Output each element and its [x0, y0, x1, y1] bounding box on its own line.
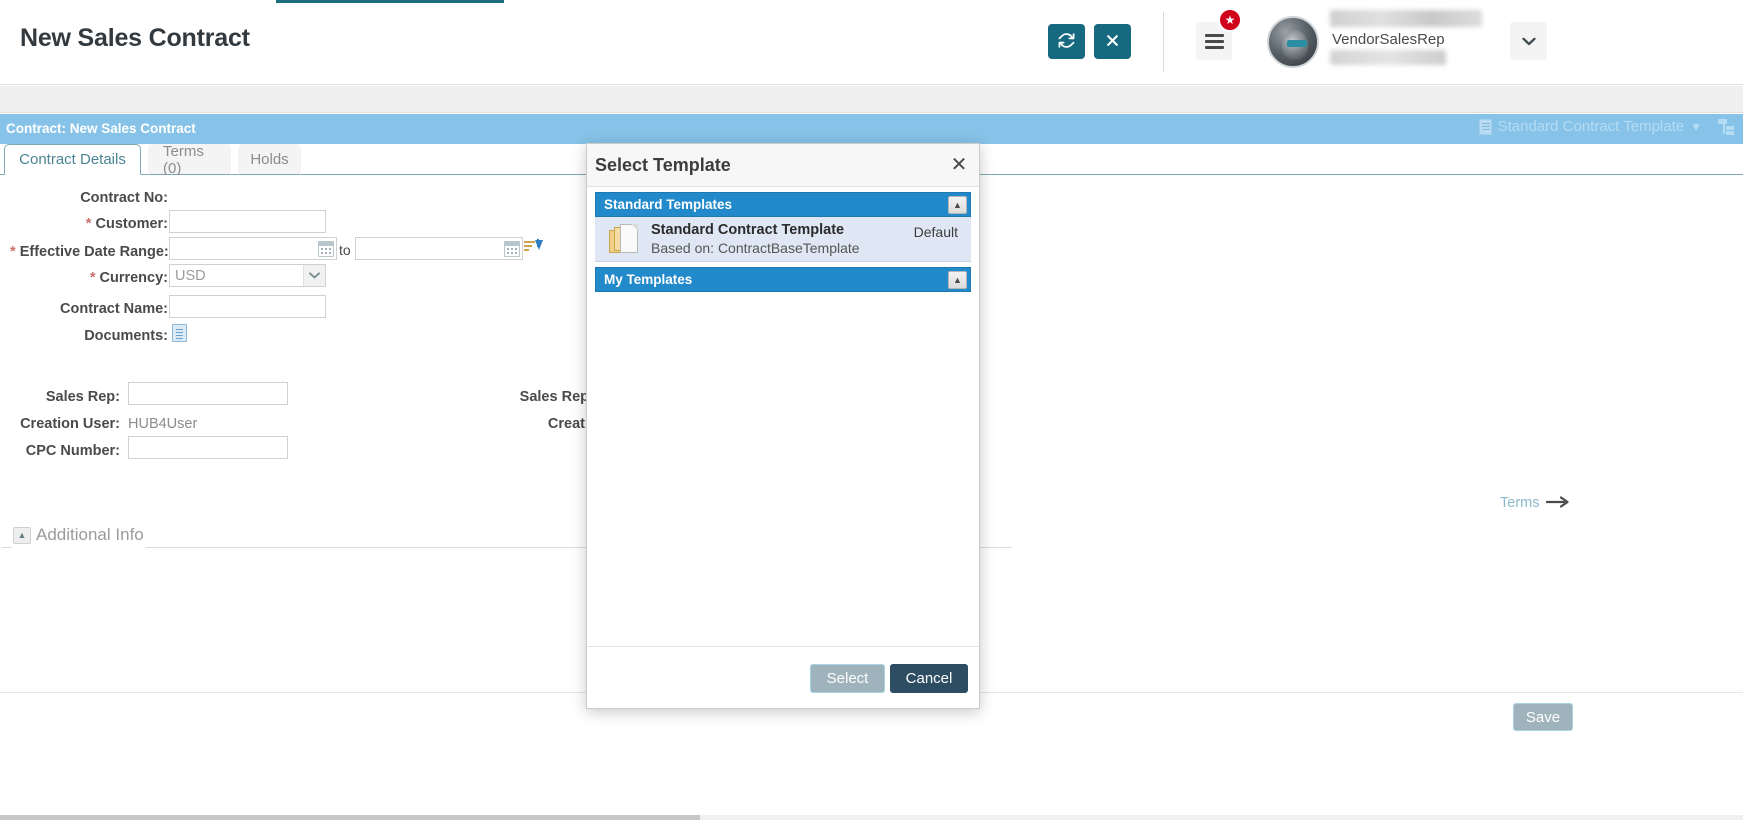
horizontal-scrollbar-thumb[interactable]: [0, 815, 700, 820]
select-button[interactable]: Select: [810, 664, 885, 693]
close-icon: [1105, 33, 1120, 51]
template-item-subtitle: Based on: ContractBaseTemplate: [651, 240, 860, 256]
additional-info-collapse-button[interactable]: ▲: [13, 527, 31, 544]
tab-contract-details[interactable]: Contract Details: [4, 144, 141, 175]
dialog-footer: Select Cancel: [587, 646, 979, 708]
template-list-item[interactable]: Standard Contract Template Based on: Con…: [595, 217, 971, 262]
contract-template-name: Standard Contract Template: [1497, 118, 1685, 135]
dialog-title: Select Template: [595, 155, 731, 175]
user-name-redacted-bottom: [1330, 50, 1446, 65]
group-header-standard-templates[interactable]: Standard Templates ▲: [595, 192, 971, 217]
date-range-separator: to: [339, 242, 351, 258]
terms-link-label: Terms: [1500, 494, 1540, 511]
save-button[interactable]: Save: [1513, 703, 1573, 731]
chevron-up-icon: ▲: [953, 274, 962, 285]
user-role-label: VendorSalesRep: [1332, 31, 1445, 48]
secondary-toolbar-band: [0, 86, 1743, 113]
sales-rep-input[interactable]: [128, 382, 288, 405]
required-marker: *: [89, 270, 96, 286]
contract-name-label: Contract Name:: [60, 301, 168, 317]
refresh-button[interactable]: [1048, 24, 1085, 59]
dialog-close-button[interactable]: ✕: [947, 153, 971, 177]
required-marker: *: [10, 244, 16, 260]
creation-user-value: HUB4User: [128, 416, 198, 432]
effective-date-to-input[interactable]: [355, 237, 523, 260]
sales-rep-right-label: Sales Rep: [519, 389, 589, 405]
effective-date-range-label: * Effective Date Range:: [10, 244, 169, 260]
avatar[interactable]: [1267, 16, 1319, 68]
chevron-up-icon: ▲: [953, 199, 962, 210]
terms-next-link[interactable]: Terms: [1500, 494, 1570, 511]
document-attach-icon[interactable]: [172, 324, 187, 342]
calendar-icon[interactable]: [504, 241, 520, 257]
documents-label: Documents:: [84, 328, 168, 344]
dialog-body: Standard Templates ▲ Standard Contract T…: [587, 187, 979, 667]
sort-filter-icon[interactable]: [524, 239, 543, 257]
currency-selected-value: USD: [175, 267, 206, 284]
star-icon: ★: [1224, 13, 1236, 27]
user-name-redacted-top: [1330, 10, 1482, 27]
refresh-icon: [1058, 32, 1075, 52]
template-item-name: Standard Contract Template: [651, 222, 845, 238]
app-root: New Sales Contract ★ VendorSalesRep Cont…: [0, 0, 1743, 820]
currency-label: * Currency:: [89, 270, 168, 286]
contract-template-selector[interactable]: Standard Contract Template ▼: [1478, 118, 1735, 135]
tab-terms[interactable]: Terms (0): [148, 143, 231, 177]
close-button[interactable]: [1094, 24, 1131, 59]
additional-info-rule-left: [2, 547, 12, 548]
group-label: My Templates: [604, 272, 693, 287]
template-item-text: Standard Contract Template Based on: Con…: [651, 222, 860, 256]
customer-input[interactable]: [169, 210, 326, 233]
additional-info-legend: Additional Info: [36, 525, 144, 544]
contract-name-input[interactable]: [169, 295, 326, 318]
customer-label: * Customer:: [85, 216, 168, 232]
currency-select[interactable]: USD: [169, 264, 326, 287]
header-divider: [1163, 12, 1164, 72]
select-template-dialog: Select Template ✕ Standard Templates ▲ S…: [586, 143, 980, 709]
cpc-number-input[interactable]: [128, 436, 288, 459]
hamburger-menu-icon: [1204, 31, 1224, 52]
contract-context-bar: Contract: New Sales Contract Standard Co…: [0, 114, 1743, 144]
arrow-right-icon: [1546, 494, 1570, 511]
chevron-down-icon: [303, 265, 325, 286]
default-badge: Default: [913, 224, 958, 240]
cancel-button[interactable]: Cancel: [890, 664, 968, 693]
chevron-up-icon: ▲: [17, 530, 27, 540]
cpc-number-label: CPC Number:: [25, 443, 120, 459]
avatar-band: [1287, 40, 1307, 47]
page-footer: Save: [0, 692, 1743, 820]
required-marker: *: [85, 216, 92, 232]
calendar-icon[interactable]: [318, 241, 334, 257]
horizontal-scrollbar-track[interactable]: [0, 815, 1743, 820]
dialog-header: Select Template ✕: [587, 144, 979, 187]
group-collapse-button[interactable]: ▲: [948, 196, 967, 214]
tab-holds[interactable]: Holds: [238, 144, 301, 175]
creation-user-label: Creation User:: [20, 416, 120, 432]
sales-rep-label: Sales Rep:: [45, 389, 120, 405]
star-notification-badge[interactable]: ★: [1218, 8, 1242, 32]
contract-no-label: Contract No:: [80, 190, 168, 206]
template-pages-icon: [609, 223, 639, 255]
group-label: Standard Templates: [604, 197, 733, 212]
template-tree-icon[interactable]: [1718, 118, 1735, 135]
chevron-down-icon: [1521, 33, 1536, 50]
active-app-tab-indicator: [276, 0, 504, 3]
document-icon: [1478, 118, 1492, 135]
creation-right-label: Creati: [547, 416, 589, 432]
user-menu-button[interactable]: [1510, 22, 1547, 60]
chevron-down-icon[interactable]: ▼: [1690, 120, 1702, 134]
close-icon: ✕: [950, 154, 968, 176]
top-header: New Sales Contract ★ VendorSalesRep: [0, 0, 1743, 85]
page-title: New Sales Contract: [20, 24, 250, 52]
group-collapse-button[interactable]: ▲: [948, 271, 967, 289]
contract-context-title: Contract: New Sales Contract: [6, 121, 196, 136]
effective-date-from-input[interactable]: [169, 237, 337, 260]
group-header-my-templates[interactable]: My Templates ▲: [595, 267, 971, 292]
